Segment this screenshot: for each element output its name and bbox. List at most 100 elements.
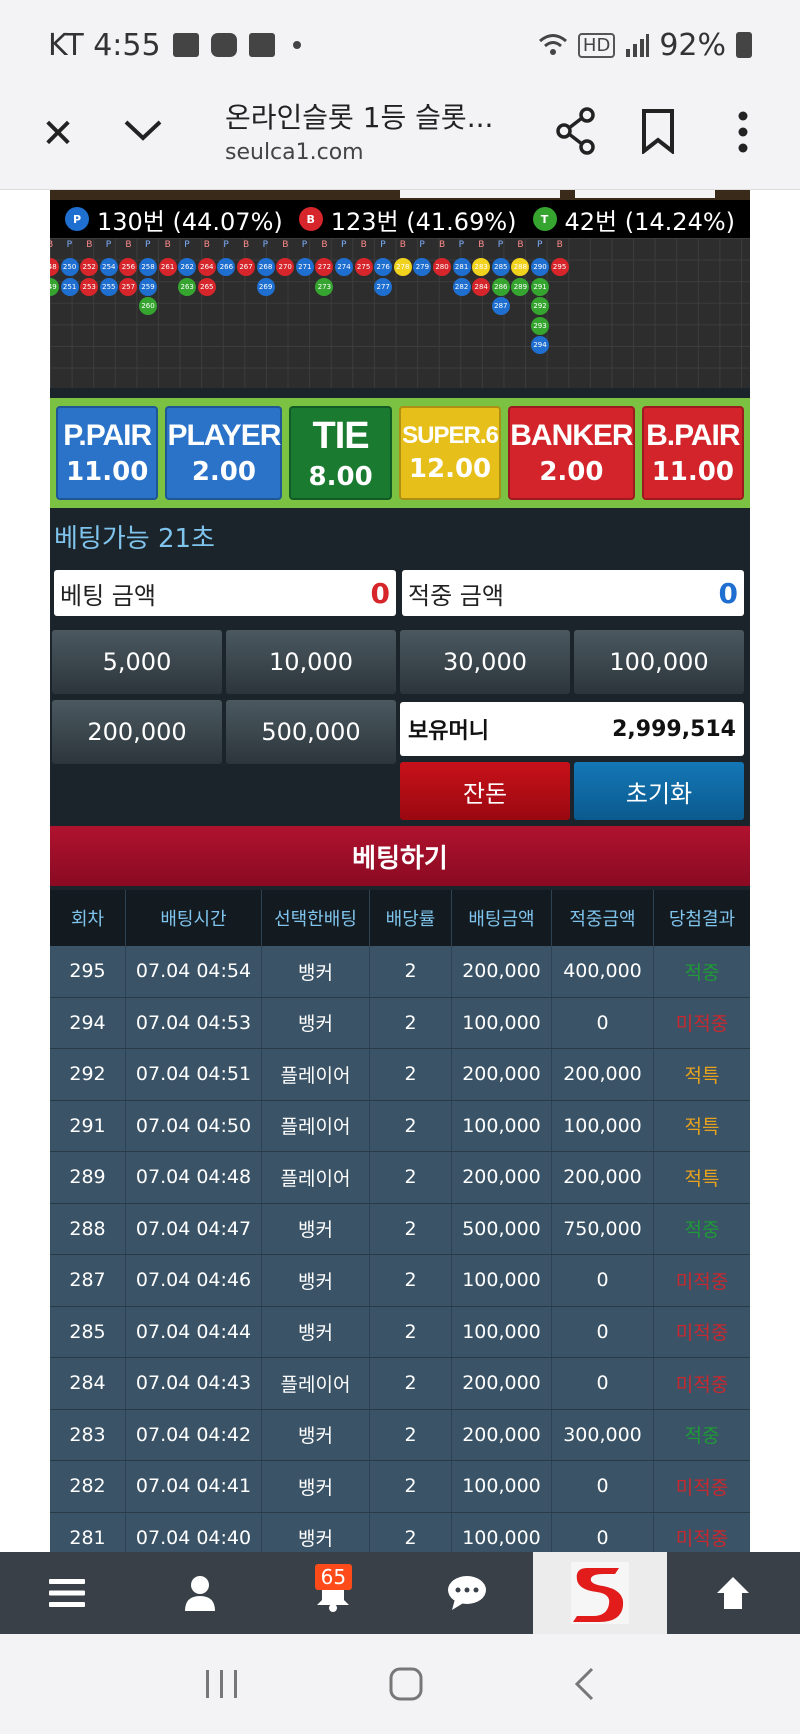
cell-choice: 뱅커 [262,997,370,1048]
cell-time: 07.04 04:41 [126,1461,262,1512]
road-bead: 275 [354,258,373,276]
bet-banker-button[interactable]: BANKER 2.00 [508,406,635,500]
bet-player-button[interactable]: PLAYER 2.00 [165,406,283,500]
cell-odds: 2 [370,1409,452,1460]
table-row: 289 07.04 04:48 플레이어 2 200,000 200,000 적특 [50,1152,750,1204]
column-header: 당첨결과 [668,909,736,930]
road-column-head: B [517,240,524,250]
road-bead: 277 [374,277,393,296]
chevron-down-icon[interactable] [118,110,168,150]
bet-odds: 12.00 [408,454,492,484]
cell-win: 100,000 [552,1100,654,1151]
table-row: 295 07.04 04:54 뱅커 2 200,000 400,000 적중 [50,946,750,998]
cell-result: 미적중 [675,1476,729,1499]
share-icon[interactable] [555,106,597,156]
signal-icon [626,34,650,57]
bet-odds: 11.00 [66,457,149,487]
cell-win: 0 [552,997,654,1048]
cell-odds: 2 [370,1358,452,1409]
road-column-head: B [86,240,93,250]
road-bead: 261 [158,258,177,276]
cell-choice: 뱅커 [262,1409,370,1460]
road-bead: 291 [531,277,549,296]
road-bead: 286 [491,277,510,296]
stat-badge: T [532,207,557,231]
cell-bet: 100,000 [452,997,552,1048]
cell-round: 294 [50,997,126,1048]
scroll-top-nav-item[interactable] [667,1552,800,1634]
cell-time: 07.04 04:51 [126,1049,262,1100]
cell-choice: 뱅커 [262,1306,370,1357]
page-title: 온라인슬롯 1등 슬롯... [225,101,494,134]
cell-result: 적중 [684,1425,720,1448]
road-bead: 285 [491,258,510,276]
reset-button[interactable]: 초기화 [574,762,744,820]
more-notifications-icon [292,41,301,49]
bet-tie-button[interactable]: TIE 8.00 [289,406,392,500]
more-vertical-icon[interactable] [736,110,750,154]
cell-odds: 2 [370,1049,452,1100]
cell-result: 적중 [684,1219,720,1242]
cell-time: 07.04 04:42 [126,1409,262,1460]
road-bead: 249 [50,277,59,296]
chat-nav-item[interactable] [400,1552,533,1634]
stat-item: T 42번 (14.24%) [532,202,735,237]
battery-icon [736,32,752,58]
cell-odds: 2 [370,1255,452,1306]
cell-odds: 2 [370,1512,452,1552]
cell-result: 적특 [684,1116,720,1139]
road-bead: 256 [119,258,138,276]
menu-icon [48,1579,85,1607]
chip-button-10000[interactable]: 10,000 [226,630,396,694]
table-row: 284 07.04 04:43 플레이어 2 200,000 0 미적중 [50,1358,750,1410]
cell-round: 291 [50,1100,126,1151]
close-icon[interactable]: ✕ [38,114,78,154]
bead-road: B248249P250251B252253P254255B256257P2582… [50,238,750,388]
bookmark-icon[interactable] [640,108,676,154]
bet-label: SUPER.6 [402,422,499,449]
chip-button-100000[interactable]: 100,000 [574,630,744,694]
back-icon[interactable] [572,1666,596,1702]
bet-banker-pair-button[interactable]: B.PAIR 11.00 [641,406,745,500]
road-bead: 248 [50,258,59,276]
game-content: P 130번 (44.07%) B 123번 (41.69%) T 42번 (14.24%… [50,190,750,1552]
place-bet-button[interactable]: 베팅하기 [50,826,750,886]
cell-win: 200,000 [552,1049,654,1100]
notifications-nav-item[interactable]: 65 [267,1552,400,1634]
recent-apps-icon[interactable] [204,1668,240,1700]
table-row: 282 07.04 04:41 뱅커 2 100,000 0 미적중 [50,1461,750,1513]
road-bead: 295 [550,258,569,276]
cell-win: 300,000 [552,1409,654,1460]
change-button[interactable]: 잔돈 [400,762,570,820]
bet-label: PLAYER [167,419,281,452]
page-url[interactable]: seulca1.com [225,140,364,165]
chip-button-30000[interactable]: 30,000 [400,630,570,694]
cell-choice: 뱅커 [262,1255,370,1306]
road-bead: 253 [80,277,99,296]
chip-button-5000[interactable]: 5,000 [52,630,222,694]
road-bead: 269 [256,277,275,296]
menu-nav-item[interactable] [0,1552,133,1634]
home-icon[interactable] [388,1666,424,1702]
cell-bet: 200,000 [452,1049,552,1100]
bet-label: TIE [312,414,370,457]
stat-item: P 130번 (44.07%) [64,202,283,237]
road-bead: 254 [99,258,118,276]
cell-result: 적특 [684,1064,720,1087]
road-column-head: P [301,240,308,250]
cell-odds: 2 [370,1203,452,1254]
bet-super6-button[interactable]: SUPER.6 12.00 [398,406,502,500]
site-logo-nav-item[interactable] [533,1552,667,1634]
road-bead: 252 [80,258,99,276]
chip-button-200000[interactable]: 200,000 [52,700,222,764]
live-video-strip [50,190,750,200]
android-nav-bar [0,1634,800,1734]
profile-nav-item[interactable] [133,1552,266,1634]
chip-button-500000[interactable]: 500,000 [226,700,396,764]
road-bead: 292 [531,297,549,316]
road-column-head: B [360,240,367,250]
road-bead: 258 [139,258,157,276]
cell-round: 287 [50,1255,126,1306]
bet-odds: 2.00 [191,457,256,487]
bet-player-pair-button[interactable]: P.PAIR 11.00 [56,406,159,500]
